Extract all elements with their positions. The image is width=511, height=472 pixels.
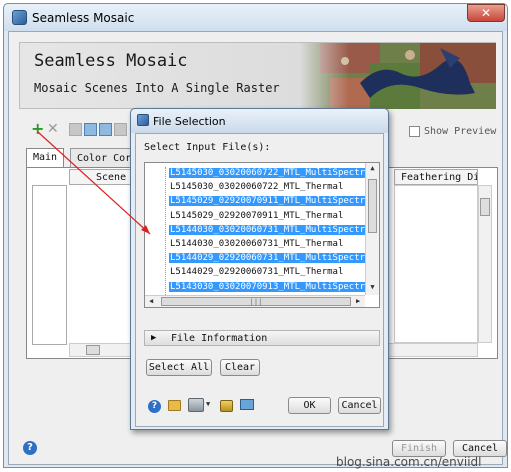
show-preview-label: Show Preview — [424, 126, 497, 137]
grid-vertical-scrollbar[interactable] — [478, 185, 492, 343]
file-name: L5145029_02920070911_MTL_Thermal — [170, 210, 344, 221]
file-name: L5143030_03020070913_MTL_MultiSpectral — [169, 281, 369, 292]
options-icon[interactable] — [114, 123, 127, 136]
select-files-prompt: Select Input File(s): — [144, 142, 271, 153]
file-name: L5145029_02920070911_MTL_MultiSpectral — [169, 196, 369, 207]
file-list[interactable]: L5145030_03020060722_MTL_MultiSpectral L5… — [144, 162, 380, 308]
file-list-item[interactable]: L5145030_03020060722_MTL_Thermal — [169, 181, 369, 194]
dialog-cancel-button[interactable]: Cancel — [338, 397, 381, 414]
banner-title: Seamless Mosaic — [34, 51, 188, 71]
remote-connection-icon[interactable] — [240, 399, 254, 410]
file-name: L5145030_03020060722_MTL_Thermal — [170, 182, 344, 193]
file-list-item[interactable]: L5144029_02920060731_MTL_MultiSpectral — [169, 252, 369, 265]
banner-subtitle: Mosaic Scenes Into A Single Raster — [34, 81, 280, 95]
open-folder-icon[interactable] — [168, 400, 181, 411]
watermark: blog.sina.com.cn/enviidl — [336, 455, 482, 469]
remove-icon[interactable]: ✕ — [47, 122, 60, 136]
file-list-item[interactable]: L5145029_02920070911_MTL_MultiSpectral — [169, 195, 369, 208]
subset-tool-icon[interactable] — [188, 398, 204, 412]
dialog-title: File Selection — [153, 115, 226, 128]
scroll-thumb[interactable]: ||| — [161, 297, 351, 306]
scroll-up-icon[interactable]: ▲ — [368, 164, 377, 173]
main-title-bar[interactable]: Seamless Mosaic ✕ — [4, 4, 507, 31]
add-icon[interactable]: + — [31, 121, 44, 137]
file-name: L5144029_02920060731_MTL_Thermal — [170, 267, 344, 278]
dialog-app-icon — [137, 114, 149, 126]
close-icon[interactable]: ✕ — [467, 4, 505, 22]
help-icon[interactable]: ? — [148, 400, 161, 413]
dropdown-arrow-icon[interactable]: ▼ — [206, 400, 210, 408]
file-list-item[interactable]: L5144030_03020060731_MTL_MultiSpectral — [169, 224, 369, 237]
scroll-left-icon[interactable]: ◀ — [149, 297, 153, 305]
tab-main[interactable]: Main — [26, 148, 64, 168]
banner: Seamless Mosaic Mosaic Scenes Into A Sin… — [19, 42, 496, 109]
select-all-button[interactable]: Select All — [146, 359, 212, 376]
file-name: L5144030_03020060731_MTL_MultiSpectral — [169, 224, 369, 235]
scroll-right-icon[interactable]: ▶ — [356, 297, 360, 305]
file-list-item[interactable]: L5144029_02920060731_MTL_Thermal — [169, 266, 369, 279]
file-name: L5144029_02920060731_MTL_MultiSpectral — [169, 253, 369, 264]
file-list-vertical-scrollbar[interactable]: ▲ ▼ — [365, 163, 379, 295]
ok-button[interactable]: OK — [288, 397, 331, 414]
display-icon[interactable] — [99, 123, 112, 136]
dialog-title-bar[interactable]: File Selection — [131, 109, 388, 133]
file-list-item[interactable]: L5145030_03020060722_MTL_MultiSpectral — [169, 167, 369, 180]
scroll-thumb[interactable] — [86, 345, 100, 355]
file-list-item[interactable]: L5145029_02920070911_MTL_Thermal — [169, 210, 369, 223]
scroll-thumb[interactable] — [480, 198, 490, 216]
expand-arrow-icon: ▶ — [151, 333, 157, 343]
order-icon[interactable] — [69, 123, 82, 136]
file-list-item[interactable]: L5144030_03020060731_MTL_Thermal — [169, 238, 369, 251]
data-manager-icon[interactable] — [220, 400, 233, 412]
satellite-image — [300, 43, 496, 109]
footprint-icon[interactable] — [84, 123, 97, 136]
tree-line — [165, 167, 166, 305]
clear-button[interactable]: Clear — [220, 359, 260, 376]
grid-header-feathering[interactable]: Feathering Distance — [394, 169, 478, 185]
file-list-horizontal-scrollbar[interactable]: ◀ ||| ▶ — [145, 295, 365, 307]
file-list-item[interactable]: L5143030_03020070913_MTL_MultiSpectral — [169, 281, 369, 294]
scroll-down-icon[interactable]: ▼ — [368, 283, 377, 292]
dialog-body: Select Input File(s): L5145030_030200607… — [135, 133, 384, 427]
file-selection-dialog: File Selection Select Input File(s): L51… — [130, 108, 389, 430]
file-information-label: File Information — [171, 333, 268, 344]
main-window-title: Seamless Mosaic — [32, 11, 135, 25]
scene-list[interactable] — [32, 185, 67, 345]
help-icon[interactable]: ? — [23, 441, 37, 455]
file-information-expander[interactable]: ▶ File Information — [144, 330, 380, 346]
app-icon — [12, 10, 27, 25]
show-preview-checkbox[interactable] — [409, 126, 420, 137]
file-name: L5144030_03020060731_MTL_Thermal — [170, 239, 344, 249]
scroll-thumb[interactable] — [368, 179, 377, 233]
file-name: L5145030_03020060722_MTL_MultiSpectral — [169, 168, 369, 178]
scene-grid[interactable] — [394, 185, 478, 343]
